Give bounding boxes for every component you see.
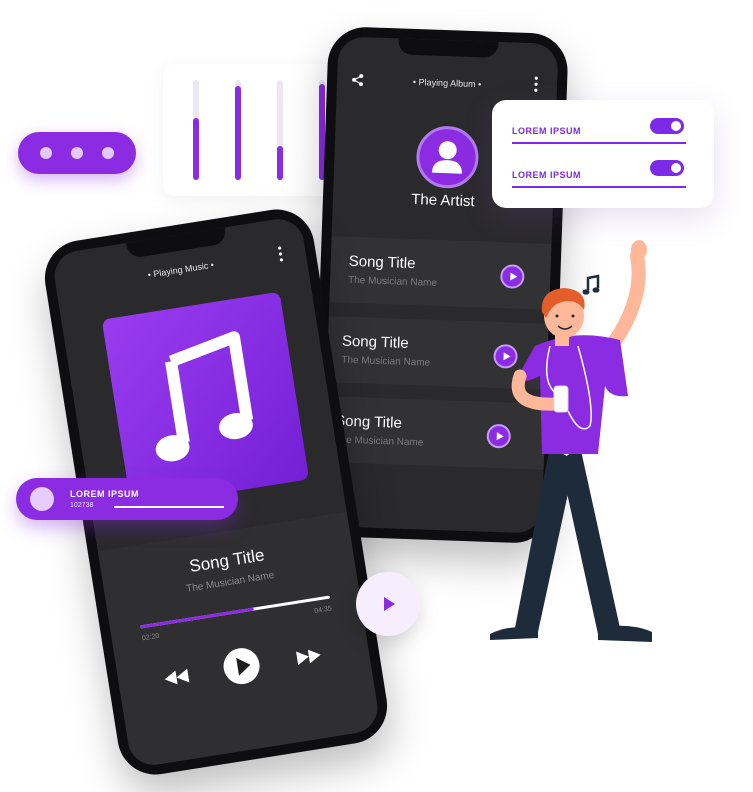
user-chip-number: 102738 <box>70 502 94 509</box>
setting-divider <box>512 186 686 188</box>
time-elapsed: 02:20 <box>141 632 160 643</box>
toggle-knob <box>671 121 681 131</box>
setting-divider <box>512 142 686 144</box>
song-title: Song Title <box>348 252 416 273</box>
setting-toggle[interactable] <box>650 118 684 134</box>
play-icon <box>235 655 252 676</box>
music-header-title: • Playing Music • <box>147 259 215 280</box>
rewind-icon[interactable] <box>164 668 190 687</box>
equalizer-bar-1[interactable] <box>193 80 199 180</box>
music-note-icon <box>155 331 254 462</box>
user-chip-label: LOREM IPSUM <box>70 489 140 499</box>
equalizer-bar-3[interactable] <box>277 80 283 180</box>
menu-dot-icon <box>40 147 52 159</box>
music-note-icon <box>582 274 600 295</box>
equalizer-bar-2[interactable] <box>235 80 241 180</box>
floating-play-button[interactable] <box>356 572 420 636</box>
phone-notch <box>398 38 499 58</box>
progress-fill <box>139 607 255 629</box>
setting-label: LOREM IPSUM <box>512 170 582 180</box>
progress-track[interactable] <box>139 595 331 629</box>
more-vertical-icon[interactable] <box>533 75 540 93</box>
album-art <box>101 291 310 508</box>
equalizer-bar-1-fill <box>193 118 199 180</box>
listener-illustration <box>490 240 652 642</box>
phone-notch <box>125 227 228 259</box>
user-chip[interactable]: LOREM IPSUM 102738 <box>16 478 238 520</box>
song-artist: The Musician Name <box>347 274 438 289</box>
setting-label: LOREM IPSUM <box>512 126 582 136</box>
now-playing-panel: Song Title The Musician Name 02:20 04:35 <box>97 511 382 769</box>
time-total: 04:35 <box>313 605 333 616</box>
menu-dots-pill[interactable] <box>18 132 136 174</box>
menu-dot-icon <box>71 147 83 159</box>
equalizer-bar-3-fill <box>277 146 283 180</box>
person-icon <box>431 141 462 174</box>
song-artist: The Musician Name <box>334 434 424 449</box>
album-header-title: • Playing Album • <box>412 76 482 90</box>
artist-avatar <box>415 125 480 190</box>
avatar <box>30 487 54 511</box>
fast-forward-icon[interactable] <box>295 648 322 666</box>
song-artist: The Musician Name <box>341 354 431 369</box>
user-chip-line <box>114 506 224 508</box>
song-title: Song Title <box>334 412 403 432</box>
toggle-knob <box>671 163 681 173</box>
play-button[interactable] <box>220 645 263 687</box>
play-icon <box>384 597 395 611</box>
settings-card: LOREM IPSUM LOREM IPSUM <box>492 100 714 208</box>
song-title: Song Title <box>341 332 409 352</box>
equalizer-bar-2-fill <box>235 86 241 180</box>
menu-dot-icon <box>102 147 114 159</box>
setting-toggle[interactable] <box>650 160 684 176</box>
